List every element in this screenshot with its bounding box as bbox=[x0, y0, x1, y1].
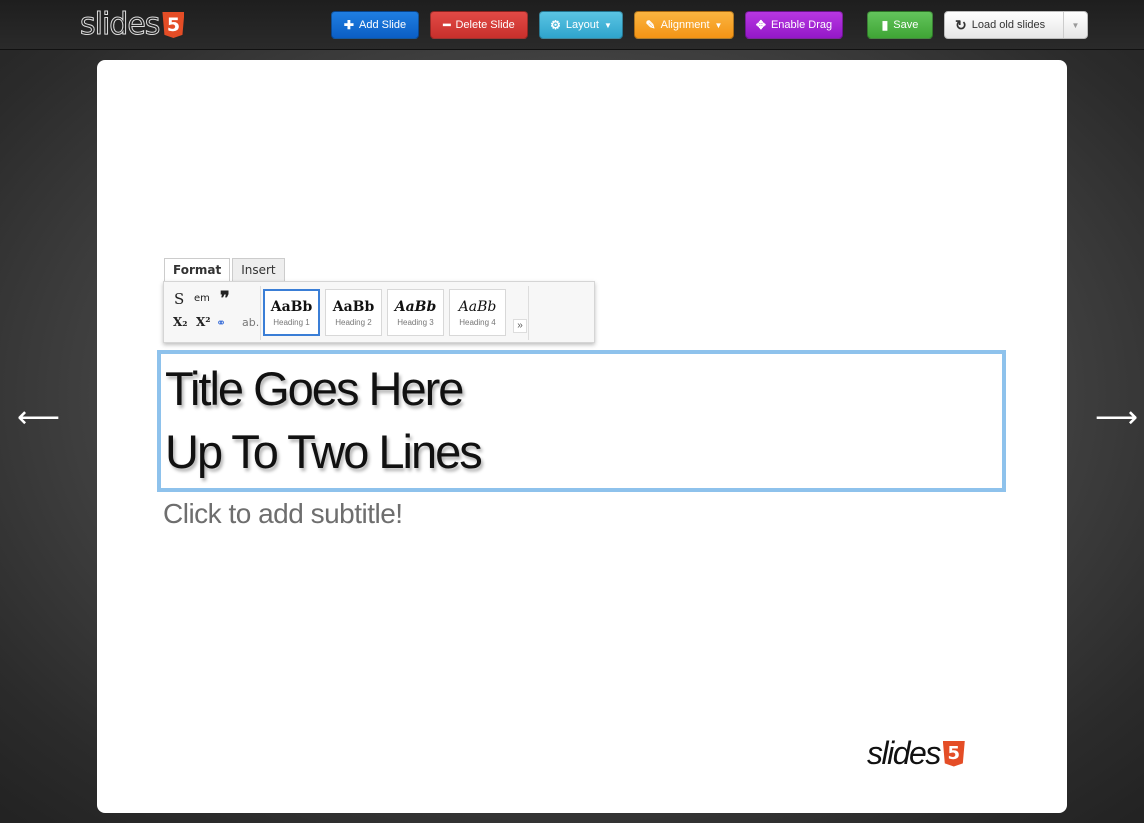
app-logo: slides 5 bbox=[79, 7, 185, 42]
layout-dropdown-button[interactable]: ⚙ Layout ▼ bbox=[539, 11, 623, 39]
toolbar-divider bbox=[528, 286, 529, 340]
delete-slide-button[interactable]: ━ Delete Slide bbox=[430, 11, 528, 39]
style-label: Heading 4 bbox=[459, 317, 496, 327]
alignment-dropdown-button[interactable]: ✎ Alignment ▼ bbox=[634, 11, 734, 39]
load-dropdown-toggle[interactable]: ▼ bbox=[1063, 12, 1087, 38]
title-line-2[interactable]: Up To Two Lines bbox=[165, 420, 998, 483]
save-label: Save bbox=[893, 19, 919, 31]
style-sample: AaBb bbox=[270, 298, 313, 315]
emphasis-button[interactable]: em bbox=[194, 293, 210, 304]
enable-drag-label: Enable Drag bbox=[770, 19, 833, 31]
html5-badge-icon: 5 bbox=[942, 740, 965, 767]
logo-text: slides bbox=[79, 7, 160, 42]
subscript-button[interactable]: X₂ bbox=[173, 315, 188, 329]
style-label: Heading 2 bbox=[335, 317, 372, 327]
enable-drag-button[interactable]: ✥ Enable Drag bbox=[745, 11, 843, 39]
delete-slide-label: Delete Slide bbox=[455, 19, 515, 31]
heading-4-style[interactable]: AaBb Heading 4 bbox=[449, 289, 506, 336]
refresh-icon: ↻ bbox=[955, 16, 967, 33]
gear-icon: ⚙ bbox=[550, 18, 561, 32]
tab-format[interactable]: Format bbox=[164, 258, 231, 282]
style-label: Heading 3 bbox=[397, 317, 434, 327]
style-sample: AaBb bbox=[332, 298, 375, 315]
more-styles-chevron-icon[interactable]: » bbox=[513, 319, 527, 333]
top-toolbar: slides 5 ✚ Add Slide ━ Delete Slide ⚙ La… bbox=[0, 0, 1144, 50]
add-slide-button[interactable]: ✚ Add Slide bbox=[331, 11, 419, 39]
caret-down-icon: ▼ bbox=[714, 20, 723, 30]
toolbar-divider bbox=[260, 286, 261, 340]
heading-2-style[interactable]: AaBb Heading 2 bbox=[325, 289, 382, 336]
add-slide-label: Add Slide bbox=[358, 19, 407, 31]
save-button[interactable]: ▮ Save bbox=[867, 11, 933, 39]
heading-3-style[interactable]: AaBb Heading 3 bbox=[387, 289, 444, 336]
slide-title-box[interactable]: Title Goes Here Up To Two Lines bbox=[157, 350, 1006, 492]
tab-insert[interactable]: Insert bbox=[232, 258, 285, 282]
html5-badge-icon: 5 bbox=[162, 12, 185, 38]
editor-tabs: Format Insert bbox=[164, 258, 287, 282]
previous-slide-arrow-icon[interactable]: ⟵ bbox=[17, 398, 60, 438]
layout-label: Layout bbox=[565, 19, 599, 31]
format-toolbar: S em ❞ X₂ X² ⚭ ab. AaBb Heading 1 AaBb H… bbox=[163, 281, 595, 343]
minus-icon: ━ bbox=[443, 18, 451, 32]
plus-icon: ✚ bbox=[343, 18, 354, 32]
pencil-icon: ✎ bbox=[645, 18, 656, 32]
file-icon: ▮ bbox=[881, 18, 889, 32]
slide-footer-logo: slides 5 bbox=[867, 735, 965, 772]
link-icon[interactable]: ⚭ bbox=[216, 316, 226, 330]
inline-format-group: S em ❞ X₂ X² ⚭ ab. bbox=[172, 288, 262, 336]
heading-styles: AaBb Heading 1 AaBb Heading 2 AaBb Headi… bbox=[263, 289, 506, 336]
abbreviation-button[interactable]: ab. bbox=[242, 316, 259, 329]
heading-1-style[interactable]: AaBb Heading 1 bbox=[263, 289, 320, 336]
load-old-slides-label: Load old slides bbox=[971, 19, 1046, 31]
footer-logo-text: slides bbox=[867, 735, 941, 771]
style-sample: AaBb bbox=[394, 298, 437, 315]
style-sample: AaBb bbox=[458, 298, 497, 315]
move-icon: ✥ bbox=[755, 18, 766, 32]
strikethrough-button[interactable]: S bbox=[174, 290, 184, 308]
caret-down-icon: ▼ bbox=[603, 20, 612, 30]
alignment-label: Alignment bbox=[660, 19, 710, 31]
next-slide-arrow-icon[interactable]: ⟶ bbox=[1095, 398, 1138, 438]
quote-button[interactable]: ❞ bbox=[220, 288, 230, 309]
style-label: Heading 1 bbox=[273, 317, 310, 327]
slide-subtitle[interactable]: Click to add subtitle! bbox=[163, 498, 403, 530]
title-line-1[interactable]: Title Goes Here bbox=[165, 357, 998, 420]
load-old-slides-button[interactable]: ↻ Load old slides ▼ bbox=[944, 11, 1088, 39]
superscript-button[interactable]: X² bbox=[196, 315, 211, 329]
